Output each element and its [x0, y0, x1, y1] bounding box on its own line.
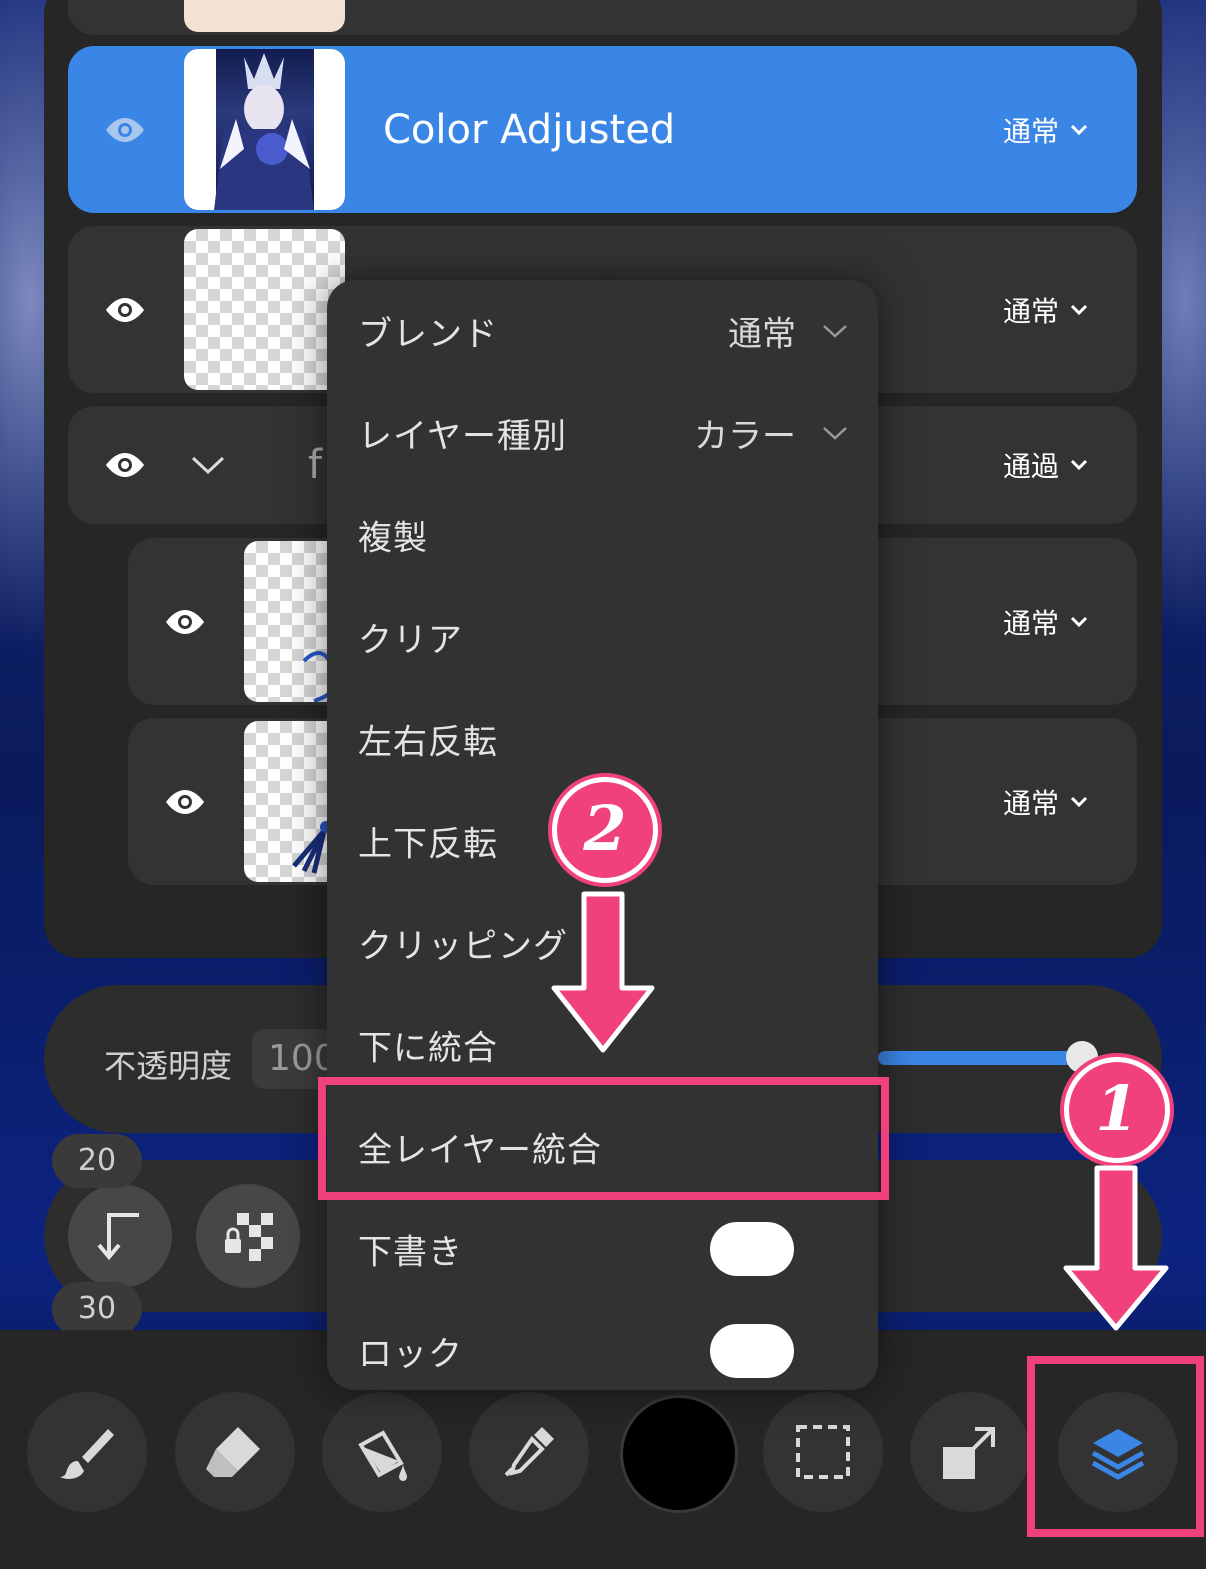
menu-item-draft[interactable]: 下書き	[327, 1198, 878, 1300]
folder-collapse-chevron-icon[interactable]	[190, 454, 226, 476]
brush-tool-button[interactable]	[27, 1392, 147, 1512]
blend-mode-label: 通常	[1002, 786, 1059, 820]
character-art-thumbnail	[184, 49, 345, 210]
color-swatch-button[interactable]	[620, 1395, 738, 1513]
eye-icon[interactable]	[102, 115, 148, 145]
blend-mode-dropdown[interactable]: 通過	[1003, 445, 1089, 485]
layer-thumbnail	[184, 0, 345, 32]
layer-name: Color Adjusted	[383, 106, 676, 153]
chevron-down-icon	[1070, 304, 1088, 315]
move-down-arrow-icon	[97, 1213, 139, 1261]
menu-item-label: 下に統合	[358, 1028, 498, 1069]
eraser-icon	[206, 1427, 260, 1477]
draft-toggle[interactable]	[710, 1222, 794, 1276]
blend-mode-dropdown[interactable]: 通常	[1003, 290, 1089, 330]
layer-thumbnail	[184, 49, 345, 210]
eyedropper-icon	[504, 1427, 554, 1477]
layer-row-selected[interactable]: Color Adjusted 通常	[68, 46, 1137, 213]
blend-mode-label: 通常	[1002, 114, 1059, 148]
blend-mode-label: 通常	[1002, 294, 1059, 328]
menu-item-label: 複製	[358, 518, 428, 559]
opacity-label: 不透明度	[104, 1047, 233, 1085]
blend-mode-dropdown[interactable]: 通常	[1003, 602, 1089, 642]
chevron-down-icon	[1070, 796, 1088, 807]
layer-thumbnail	[184, 229, 345, 390]
selection-tool-button[interactable]	[763, 1392, 883, 1512]
down-arrow-icon	[1063, 1165, 1169, 1331]
step-number-badge: 2	[552, 777, 658, 883]
menu-item-label: ロック	[358, 1334, 463, 1375]
brush-size-chip[interactable]: 20	[52, 1134, 142, 1188]
quick-button[interactable]	[196, 1184, 300, 1288]
menu-item-flip-horizontal[interactable]: 左右反転	[327, 688, 878, 790]
blend-mode-label: 通常	[1002, 606, 1059, 640]
fill-tool-button[interactable]	[322, 1392, 442, 1512]
menu-item-blend[interactable]: ブレンド 通常	[327, 280, 878, 382]
chevron-down-icon	[1070, 616, 1088, 627]
menu-item-label: 下書き	[358, 1232, 463, 1273]
down-arrow-icon	[551, 891, 655, 1053]
layer-row[interactable]	[68, 0, 1137, 35]
eye-icon[interactable]	[162, 787, 208, 817]
selection-icon	[796, 1425, 850, 1479]
menu-item-duplicate[interactable]: 複製	[327, 484, 878, 586]
menu-item-label: 上下反転	[358, 824, 498, 865]
folder-name: f	[308, 442, 323, 488]
menu-item-lock[interactable]: ロック	[327, 1300, 878, 1402]
fill-bucket-icon	[358, 1430, 407, 1481]
chevron-down-icon	[1070, 124, 1088, 135]
chevron-down-icon	[1070, 459, 1088, 471]
highlight-box-layers-button	[1027, 1356, 1204, 1537]
menu-item-clear[interactable]: クリア	[327, 586, 878, 688]
opacity-slider-fill	[878, 1051, 1084, 1065]
eye-icon[interactable]	[162, 607, 208, 637]
menu-item-value: 通常	[728, 314, 796, 355]
chevron-down-icon	[823, 427, 847, 440]
blend-mode-dropdown[interactable]: 通常	[1003, 110, 1089, 150]
eye-icon[interactable]	[102, 450, 148, 480]
blend-mode-dropdown[interactable]: 通常	[1003, 782, 1089, 822]
transform-icon	[943, 1427, 995, 1479]
quick-button[interactable]	[68, 1184, 172, 1288]
menu-item-label: レイヤー種別	[358, 416, 567, 457]
eye-icon[interactable]	[102, 295, 148, 325]
brush-size-chip[interactable]: 30	[52, 1282, 142, 1336]
transform-tool-button[interactable]	[910, 1392, 1030, 1512]
menu-item-label: ブレンド	[358, 314, 498, 355]
menu-item-layer-type[interactable]: レイヤー種別 カラー	[327, 382, 878, 484]
chevron-down-icon	[823, 325, 847, 338]
step-number-badge: 1	[1064, 1057, 1170, 1163]
highlight-box-merge-all	[318, 1077, 889, 1200]
lock-toggle[interactable]	[710, 1324, 794, 1378]
menu-item-label: クリッピング	[358, 926, 568, 967]
lock-transparency-icon	[225, 1213, 273, 1261]
eyedropper-tool-button[interactable]	[469, 1392, 589, 1512]
blend-mode-label: 通過	[1002, 450, 1059, 483]
eraser-tool-button[interactable]	[175, 1392, 295, 1512]
menu-item-label: クリア	[358, 620, 463, 661]
menu-item-value: カラー	[694, 416, 796, 457]
brush-icon	[60, 1429, 114, 1479]
menu-caret	[590, 262, 626, 282]
menu-item-label: 左右反転	[358, 722, 498, 763]
